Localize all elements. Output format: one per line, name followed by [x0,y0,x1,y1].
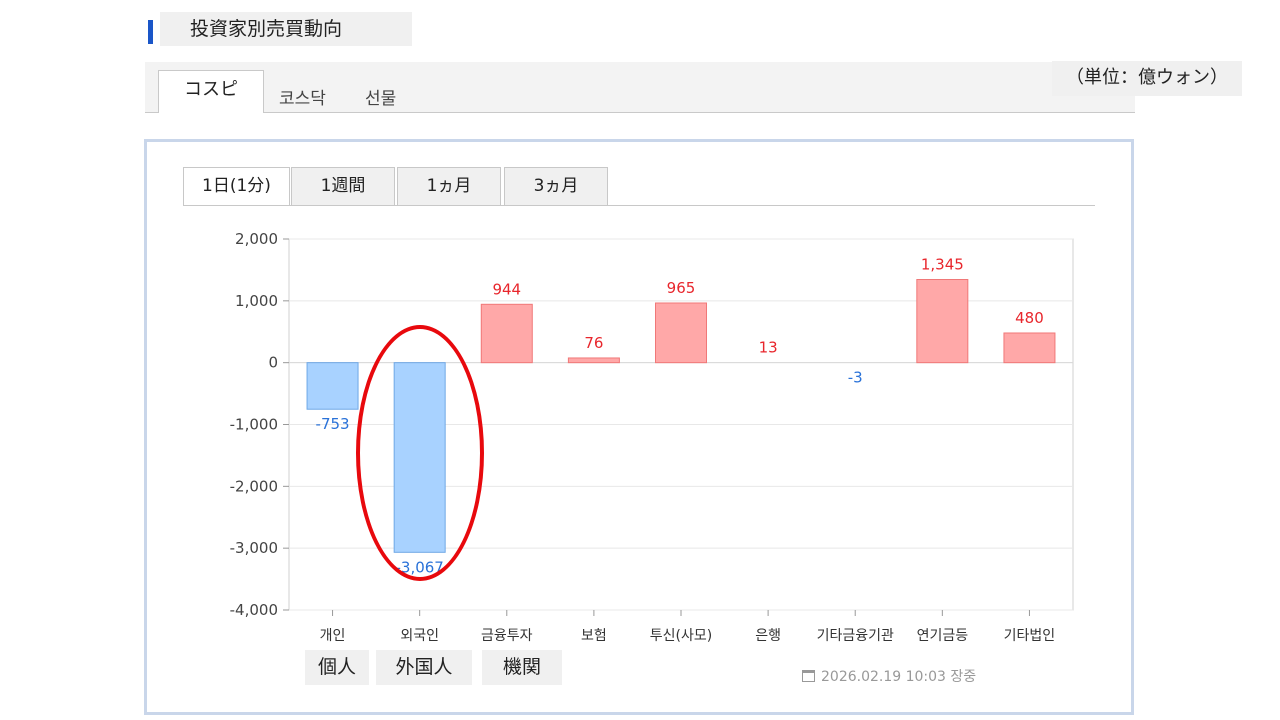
bar [567,357,620,364]
data-label: 965 [667,279,696,297]
jp-label-individual: 個人 [305,650,369,685]
bar [480,303,533,364]
x-tick-label: 기타금융기관 [817,628,894,644]
bar [306,362,359,410]
x-tick-label: 투신(사모) [650,628,712,644]
y-tick-label: -3,000 [230,539,278,557]
x-tick-label: 보험 [581,628,607,644]
highlight-circle [356,325,484,581]
data-label: -753 [316,415,350,433]
x-tick-label: 기타법인 [1004,628,1056,644]
y-tick-label: -4,000 [230,601,278,619]
timestamp-text: 2026.02.19 10:03 장중 [821,669,977,685]
data-label: 13 [759,339,778,357]
bar [655,302,707,364]
investor-bar-chart: 2,000 1,000 0 -1,000 -2,000 -3,000 -4,000 -753 개… [230,230,1074,644]
x-tick-label: 은행 [755,628,781,644]
jp-label-foreign: 外国人 [376,650,472,685]
y-tick-label: 1,000 [235,292,278,310]
x-tick-label: 외국인 [400,628,439,644]
data-label: -3 [848,369,863,387]
data-label: 1,345 [921,256,964,274]
calendar-icon [802,670,815,682]
x-tick-label: 개인 [320,628,346,644]
timestamp: 2026.02.19 10:03 장중 [802,666,976,686]
y-tick-label: -1,000 [230,416,278,434]
data-label: 944 [492,280,521,298]
y-tick-label: 0 [268,354,278,372]
data-label: 76 [584,334,603,352]
bar [916,279,969,364]
data-label: 480 [1015,309,1044,327]
x-tick-label: 금융투자 [481,628,533,644]
y-tick-label: -2,000 [230,477,278,495]
jp-label-institution: 機関 [482,650,562,685]
bar [1003,332,1056,364]
y-tick-label: 2,000 [235,230,278,248]
x-tick-label: 연기금등 [917,628,969,644]
